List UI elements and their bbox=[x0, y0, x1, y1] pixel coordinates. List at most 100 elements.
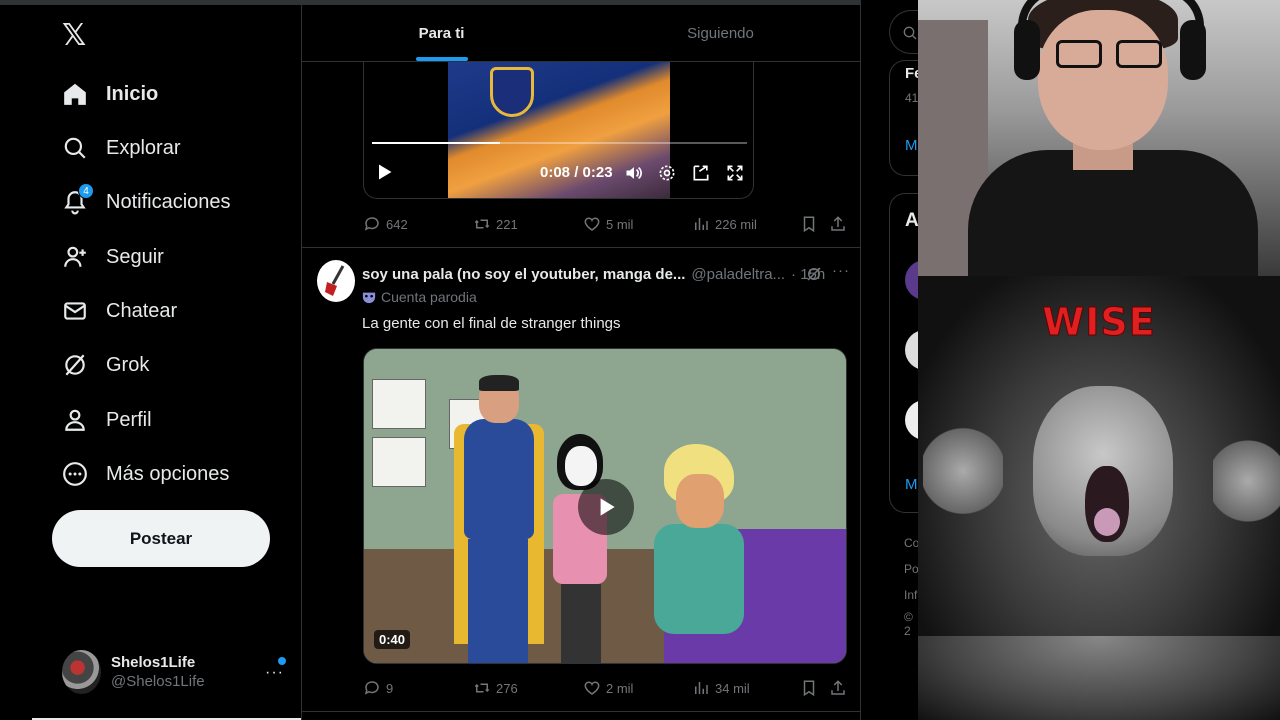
like-button[interactable]: 5 mil bbox=[583, 215, 633, 233]
nav-item-mas-opciones[interactable]: Más opciones bbox=[62, 454, 229, 494]
nav-label: Perfil bbox=[106, 408, 152, 431]
notification-badge: 4 bbox=[78, 183, 94, 199]
copyright-text: © 2 bbox=[904, 610, 913, 638]
video-progress-bar[interactable] bbox=[372, 142, 747, 144]
video-controls: 0:08 / 0:23 bbox=[364, 157, 753, 188]
retweet-button[interactable]: 276 bbox=[473, 679, 518, 697]
retweet-count: 276 bbox=[496, 680, 518, 696]
tab-label: Siguiendo bbox=[687, 24, 754, 42]
tweet-author-handle[interactable]: @paladeltra... bbox=[691, 266, 785, 283]
tweet-divider bbox=[302, 247, 860, 248]
views-chart-icon bbox=[695, 218, 708, 230]
nav-item-seguir[interactable]: Seguir bbox=[62, 237, 164, 277]
share-button[interactable] bbox=[829, 215, 847, 233]
reply-button[interactable]: 642 bbox=[363, 215, 408, 233]
show-more-link[interactable]: M bbox=[905, 476, 918, 493]
views-button[interactable]: 34 mil bbox=[692, 679, 750, 697]
search-icon bbox=[62, 135, 88, 161]
more-icon[interactable]: ··· bbox=[265, 664, 284, 682]
fullscreen-icon[interactable] bbox=[725, 163, 745, 188]
video-duration: 0:40 bbox=[374, 630, 411, 649]
nav-item-notificaciones[interactable]: 4 Notificaciones bbox=[62, 182, 231, 222]
tweet-divider bbox=[302, 711, 860, 712]
tab-siguiendo[interactable]: Siguiendo bbox=[581, 5, 860, 61]
nav-item-explorar[interactable]: Explorar bbox=[62, 128, 180, 168]
heart-icon bbox=[584, 681, 600, 695]
card-title-fragment: A bbox=[905, 210, 919, 231]
home-icon bbox=[62, 81, 88, 107]
retweet-icon bbox=[474, 683, 490, 693]
mask-icon bbox=[362, 292, 376, 304]
grok-icon[interactable] bbox=[805, 265, 823, 287]
tweet-header: soy una pala (no soy el youtuber, manga … bbox=[362, 262, 852, 287]
bell-icon: 4 bbox=[62, 183, 94, 215]
tweet-more-button[interactable]: ··· bbox=[832, 262, 850, 279]
tweet-actions: 9 276 2 mil 34 mil bbox=[363, 677, 849, 699]
settings-gear-icon[interactable] bbox=[657, 163, 677, 188]
reply-icon bbox=[364, 681, 379, 695]
retweet-icon bbox=[474, 219, 490, 229]
reply-icon bbox=[364, 217, 379, 231]
glasses bbox=[1056, 40, 1102, 68]
grok-icon bbox=[62, 352, 88, 378]
play-button[interactable] bbox=[578, 479, 634, 535]
views-chart-icon bbox=[695, 682, 708, 694]
like-count: 5 mil bbox=[606, 216, 634, 232]
account-switcher[interactable]: Shelos1Life @Shelos1Life ··· bbox=[62, 648, 290, 696]
reply-button[interactable]: 9 bbox=[363, 679, 393, 697]
post-button[interactable]: Postear bbox=[52, 510, 270, 567]
wall-poster bbox=[372, 379, 426, 429]
nav-item-chatear[interactable]: Chatear bbox=[62, 291, 177, 331]
nav-item-grok[interactable]: Grok bbox=[62, 345, 149, 385]
nav-label: Grok bbox=[106, 353, 150, 376]
user-icon bbox=[62, 407, 88, 433]
right-sidebar: Fe 41 M A M Co Pol Inf © 2 bbox=[861, 0, 945, 720]
nav-label: Seguir bbox=[106, 245, 164, 268]
tweet-author-name[interactable]: soy una pala (no soy el youtuber, manga … bbox=[362, 266, 685, 283]
volume-icon[interactable] bbox=[624, 163, 644, 188]
nav-item-inicio[interactable]: Inicio bbox=[62, 74, 158, 114]
reply-count: 642 bbox=[386, 216, 408, 232]
cartoon-elf bbox=[654, 444, 754, 663]
mail-icon bbox=[62, 298, 88, 324]
like-button[interactable]: 2 mil bbox=[583, 679, 633, 697]
play-icon bbox=[600, 498, 615, 516]
bookmark-button[interactable] bbox=[800, 215, 818, 233]
views-button[interactable]: 226 mil bbox=[692, 215, 757, 233]
bookmark-icon bbox=[803, 216, 815, 233]
video-player[interactable]: 0:08 / 0:23 bbox=[363, 62, 754, 199]
retweet-button[interactable]: 221 bbox=[473, 215, 518, 233]
parody-label: Cuenta parodia bbox=[362, 289, 477, 305]
footer-link[interactable]: Inf bbox=[904, 588, 917, 602]
headphones bbox=[1180, 20, 1206, 80]
tab-label: Para ti bbox=[418, 24, 465, 42]
nav-item-perfil[interactable]: Perfil bbox=[62, 400, 152, 440]
timeline[interactable]: Para ti Siguiendo 0:08 / 0:23 642 221 5 … bbox=[301, 5, 861, 720]
parody-text: Cuenta parodia bbox=[381, 289, 477, 305]
account-handle: @Shelos1Life bbox=[111, 673, 205, 690]
play-icon[interactable] bbox=[374, 162, 394, 187]
cartoon-superhero bbox=[454, 375, 544, 663]
share-button[interactable] bbox=[829, 679, 847, 697]
tweet-text: La gente con el final de stranger things bbox=[362, 315, 621, 332]
video-thumbnail[interactable]: 0:40 bbox=[363, 348, 847, 664]
bookmark-button[interactable] bbox=[800, 679, 818, 697]
video-progress-fill bbox=[372, 142, 500, 144]
x-logo-icon[interactable]: 𝕏 bbox=[62, 18, 86, 53]
timeline-tabs: Para ti Siguiendo bbox=[302, 5, 860, 62]
search-icon bbox=[903, 26, 917, 40]
like-count: 2 mil bbox=[606, 680, 634, 696]
meme-image-overlay: WISE bbox=[918, 276, 1280, 720]
tweet-author-avatar[interactable] bbox=[317, 260, 355, 302]
nav-label: Chatear bbox=[106, 299, 178, 322]
avatar bbox=[62, 650, 101, 694]
trend-count-fragment: 41 bbox=[905, 91, 919, 105]
show-more-link[interactable]: M bbox=[905, 137, 918, 154]
video-time: 0:08 / 0:23 bbox=[540, 164, 613, 181]
picture-in-picture-icon[interactable] bbox=[691, 163, 711, 188]
cartoon-girl bbox=[549, 434, 609, 663]
nav-label: Inicio bbox=[106, 82, 159, 105]
tab-para-ti[interactable]: Para ti bbox=[302, 5, 581, 61]
webcam-overlay bbox=[918, 0, 1280, 276]
heart-icon bbox=[584, 217, 600, 231]
